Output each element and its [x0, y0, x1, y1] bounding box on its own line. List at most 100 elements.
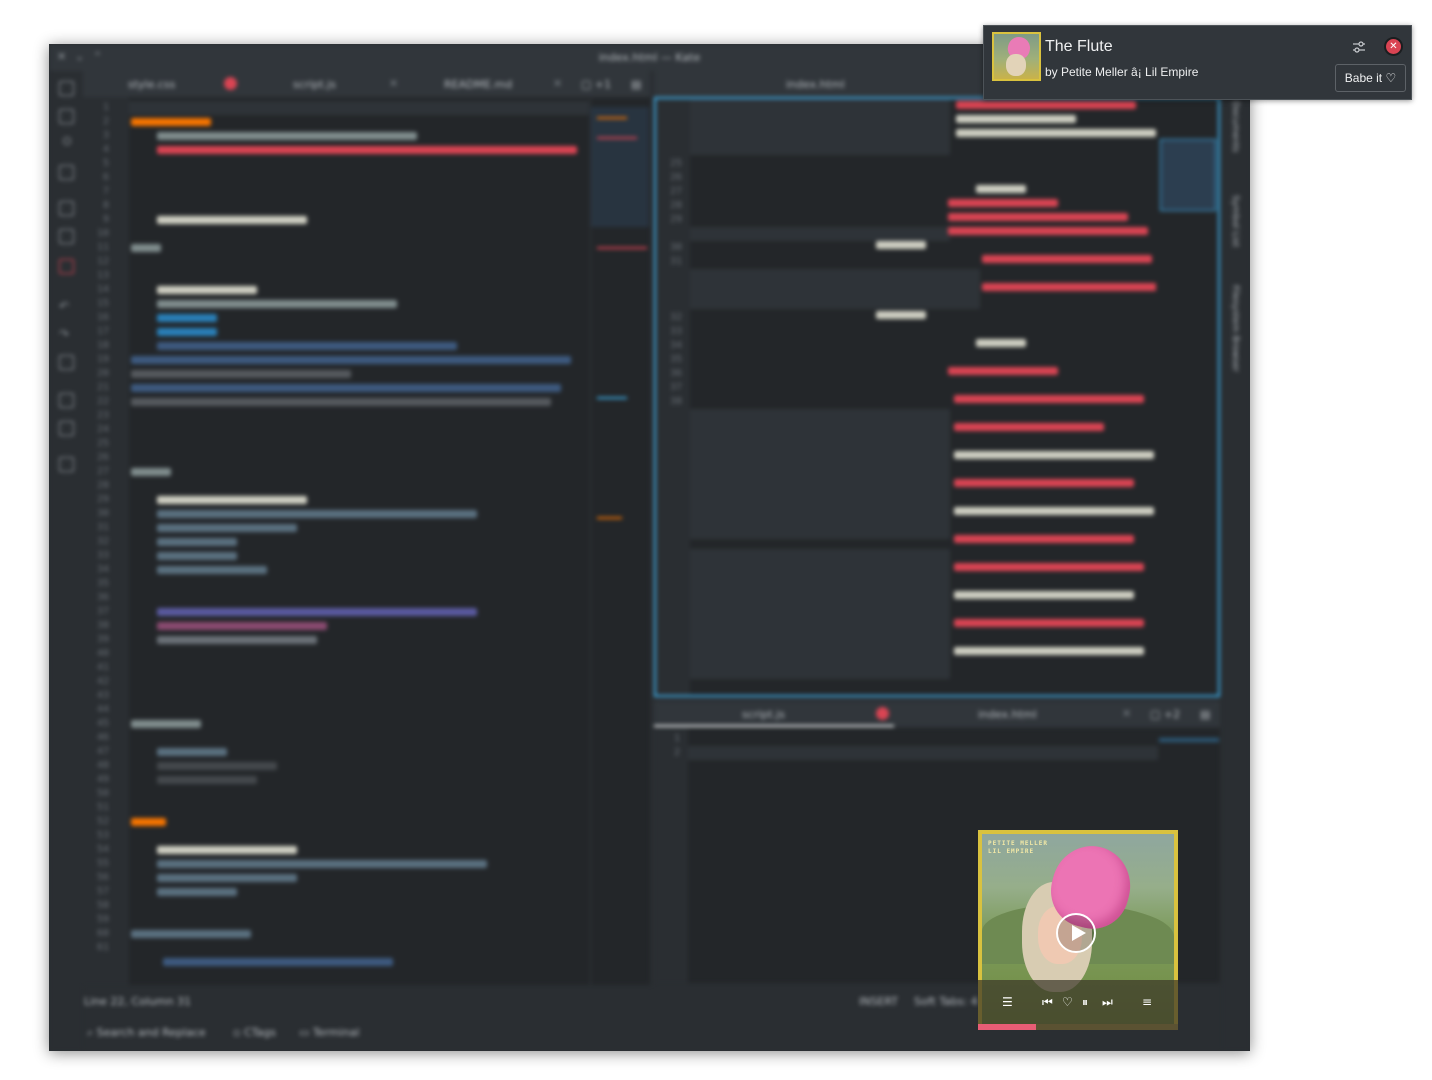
- bookmark-icon[interactable]: [63, 137, 71, 145]
- minimap[interactable]: [1156, 99, 1216, 695]
- input-mode[interactable]: INSERT: [859, 995, 898, 1008]
- tab-overflow-button[interactable]: ▢ +2: [1150, 708, 1180, 721]
- close-tab-icon[interactable]: ✕: [1122, 707, 1131, 720]
- tab-script-js[interactable]: script.js: [742, 708, 785, 721]
- terminal-tool[interactable]: ▭ Terminal: [299, 1026, 359, 1039]
- redo-icon[interactable]: ↷: [59, 327, 72, 341]
- indent-settings[interactable]: Soft Tabs: 4: [914, 995, 978, 1008]
- line-number-gutter: 1 2: [654, 728, 688, 983]
- close-icon[interactable]: ✕: [1386, 39, 1401, 54]
- left-tabbar: style.css script.js ✕ README.md ✕ ▢ +1 ▤: [83, 71, 650, 97]
- code-line: [131, 468, 171, 476]
- minimap-viewport[interactable]: [591, 107, 649, 227]
- close-tab-icon[interactable]: ✕: [389, 77, 398, 90]
- tab-menu-icon[interactable]: ▤: [1200, 708, 1210, 721]
- ctags-label: CTags: [243, 1026, 276, 1039]
- playback-progress[interactable]: [978, 1024, 1178, 1030]
- sidebar-tab-documents[interactable]: Documents: [1230, 101, 1240, 152]
- pause-icon[interactable]: ⏸: [1082, 996, 1088, 1008]
- tab-overflow-button[interactable]: ▢ +1: [581, 78, 611, 91]
- code-line: [876, 241, 926, 249]
- code-line: [163, 958, 393, 966]
- terminal-label: Terminal: [312, 1026, 360, 1039]
- code-line: [876, 311, 926, 319]
- close-tab-icon[interactable]: [224, 77, 237, 90]
- tab-index-html[interactable]: index.html: [786, 78, 845, 91]
- now-playing-notification[interactable]: The Flute by Petite Meller â¡ Lil Empire…: [983, 25, 1412, 100]
- settings-icon[interactable]: [1352, 40, 1366, 54]
- heart-icon[interactable]: ♡: [1062, 996, 1073, 1008]
- open-folder-icon[interactable]: [59, 109, 74, 124]
- code-line: [157, 846, 297, 854]
- code-line: [131, 118, 211, 126]
- save-as-icon[interactable]: [59, 229, 74, 244]
- recent-icon[interactable]: [59, 165, 74, 180]
- close-document-icon[interactable]: [59, 259, 74, 274]
- print-icon[interactable]: [59, 355, 74, 370]
- code-line: [954, 451, 1154, 459]
- paste-icon[interactable]: [59, 421, 74, 436]
- code-line: [157, 608, 477, 616]
- close-tab-icon[interactable]: ✕: [553, 77, 562, 90]
- tab-script-js[interactable]: script.js: [293, 78, 336, 91]
- sidebar-tab-symbol-list[interactable]: Symbol List: [1230, 195, 1240, 247]
- mini-player[interactable]: PETITE MELLER LIL EMPIRE ☰ ⏮ ♡ ⏸ ⏭ ≡: [978, 830, 1178, 1030]
- playlist-icon[interactable]: ☰: [1002, 996, 1013, 1008]
- code-line: [157, 636, 317, 644]
- code-line: [157, 146, 577, 154]
- right-top-editor[interactable]: 25 26 27 28 29 30 31 32 33 34 35 36 37 3…: [654, 97, 1220, 697]
- code-line: [948, 227, 1148, 235]
- code-line: [948, 367, 1058, 375]
- minimap-viewport[interactable]: [1159, 738, 1219, 742]
- code-line: [954, 423, 1104, 431]
- minimap-line: [597, 117, 627, 119]
- minimap-viewport[interactable]: [1160, 139, 1216, 211]
- diff-block: [690, 99, 950, 155]
- code-line: [131, 244, 161, 252]
- code-line: [157, 524, 297, 532]
- new-file-icon[interactable]: [59, 81, 74, 96]
- previous-icon[interactable]: ⏮: [1042, 996, 1053, 1008]
- tab-readme-md[interactable]: README.md: [444, 78, 512, 91]
- notification-title: The Flute: [1045, 38, 1113, 55]
- tab-index-html[interactable]: index.html: [978, 708, 1037, 721]
- diff-block: [690, 269, 980, 309]
- search-replace-label: Search and Replace: [96, 1026, 206, 1039]
- minimap-line: [597, 517, 622, 519]
- babe-it-button[interactable]: Babe it ♡: [1335, 64, 1406, 92]
- code-line: [157, 342, 457, 350]
- code-line: [157, 496, 307, 504]
- minimap[interactable]: [590, 97, 649, 985]
- code-line: [157, 888, 237, 896]
- cursor-position[interactable]: Line 22, Column 31: [84, 995, 191, 1008]
- code-line: [954, 479, 1134, 487]
- line-number-gutter: 1 2 3 4 5 6 7 8 9 10 11 12 13 14 15 16 1…: [83, 97, 129, 985]
- queue-icon[interactable]: ≡: [1142, 996, 1152, 1008]
- sidebar-tab-filesystem-browser[interactable]: Filesystem Browser: [1230, 285, 1240, 372]
- left-editor[interactable]: 1 2 3 4 5 6 7 8 9 10 11 12 13 14 15 16 1…: [83, 97, 650, 985]
- tab-menu-icon[interactable]: ▤: [631, 78, 641, 91]
- play-icon[interactable]: [1056, 913, 1096, 953]
- right-bottom-tabbar: script.js index.html ✕ ▢ +2 ▤: [654, 701, 1220, 727]
- save-icon[interactable]: [59, 201, 74, 216]
- code-line: [956, 115, 1076, 123]
- code-line: [982, 283, 1162, 291]
- copy-icon[interactable]: [59, 393, 74, 408]
- split-view-icon[interactable]: [59, 457, 74, 472]
- next-icon[interactable]: ⏭: [1102, 996, 1113, 1008]
- ctags-tool[interactable]: ▫ CTags: [233, 1026, 276, 1039]
- close-tab-icon[interactable]: [876, 707, 889, 720]
- cover-text: PETITE MELLER LIL EMPIRE: [988, 840, 1048, 855]
- code-line: [157, 328, 217, 336]
- undo-icon[interactable]: ↶: [59, 299, 72, 313]
- code-line: [157, 748, 227, 756]
- code-line: [954, 395, 1144, 403]
- search-replace-tool[interactable]: ⌕ Search and Replace: [87, 1026, 206, 1040]
- album-art-thumbnail: [992, 32, 1041, 81]
- code-line: [157, 286, 257, 294]
- code-line: [157, 874, 297, 882]
- tab-style-css[interactable]: style.css: [128, 78, 175, 91]
- code-line: [954, 507, 1154, 515]
- code-line: [954, 563, 1144, 571]
- code-line: [131, 720, 201, 728]
